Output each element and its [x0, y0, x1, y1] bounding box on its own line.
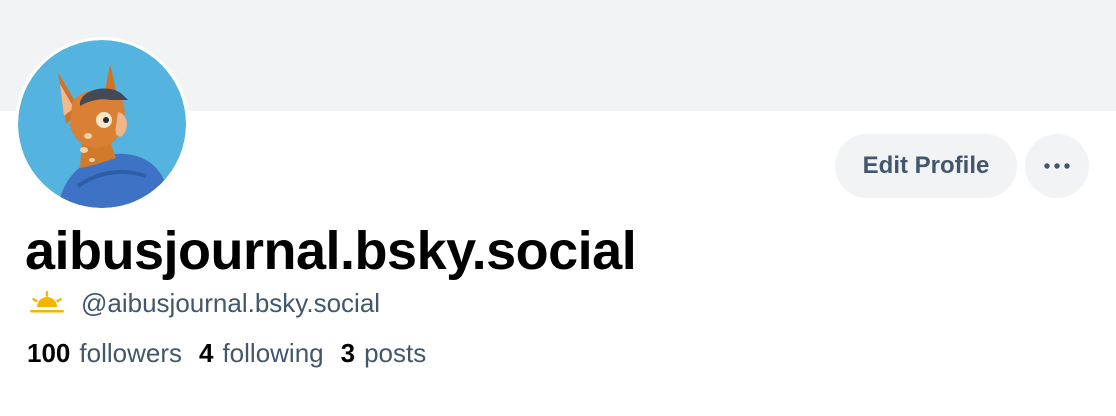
- sunrise-icon: [30, 291, 64, 313]
- followers-label[interactable]: followers: [79, 338, 182, 369]
- avatar[interactable]: [18, 40, 186, 208]
- posts-count: 3: [340, 338, 356, 368]
- avatar-border: [15, 37, 189, 211]
- following-label[interactable]: following: [222, 338, 323, 369]
- more-options-button[interactable]: [1025, 134, 1089, 198]
- edit-profile-button[interactable]: Edit Profile: [835, 134, 1017, 198]
- followers-count[interactable]: 100: [27, 338, 70, 369]
- profile-handle: @aibusjournal.bsky.social: [81, 287, 381, 318]
- profile-display-name: aibusjournal.bsky.social: [25, 221, 637, 281]
- profile-stats: 100 followers 4 following 3 posts: [27, 338, 443, 369]
- more-horizontal-icon: [1044, 163, 1070, 169]
- posts-label: posts: [364, 338, 427, 368]
- following-count[interactable]: 4: [199, 338, 213, 369]
- handle-row: @aibusjournal.bsky.social: [27, 286, 380, 320]
- profile-page: Edit Profile aibusjournal.bsky.social @a…: [0, 0, 1116, 416]
